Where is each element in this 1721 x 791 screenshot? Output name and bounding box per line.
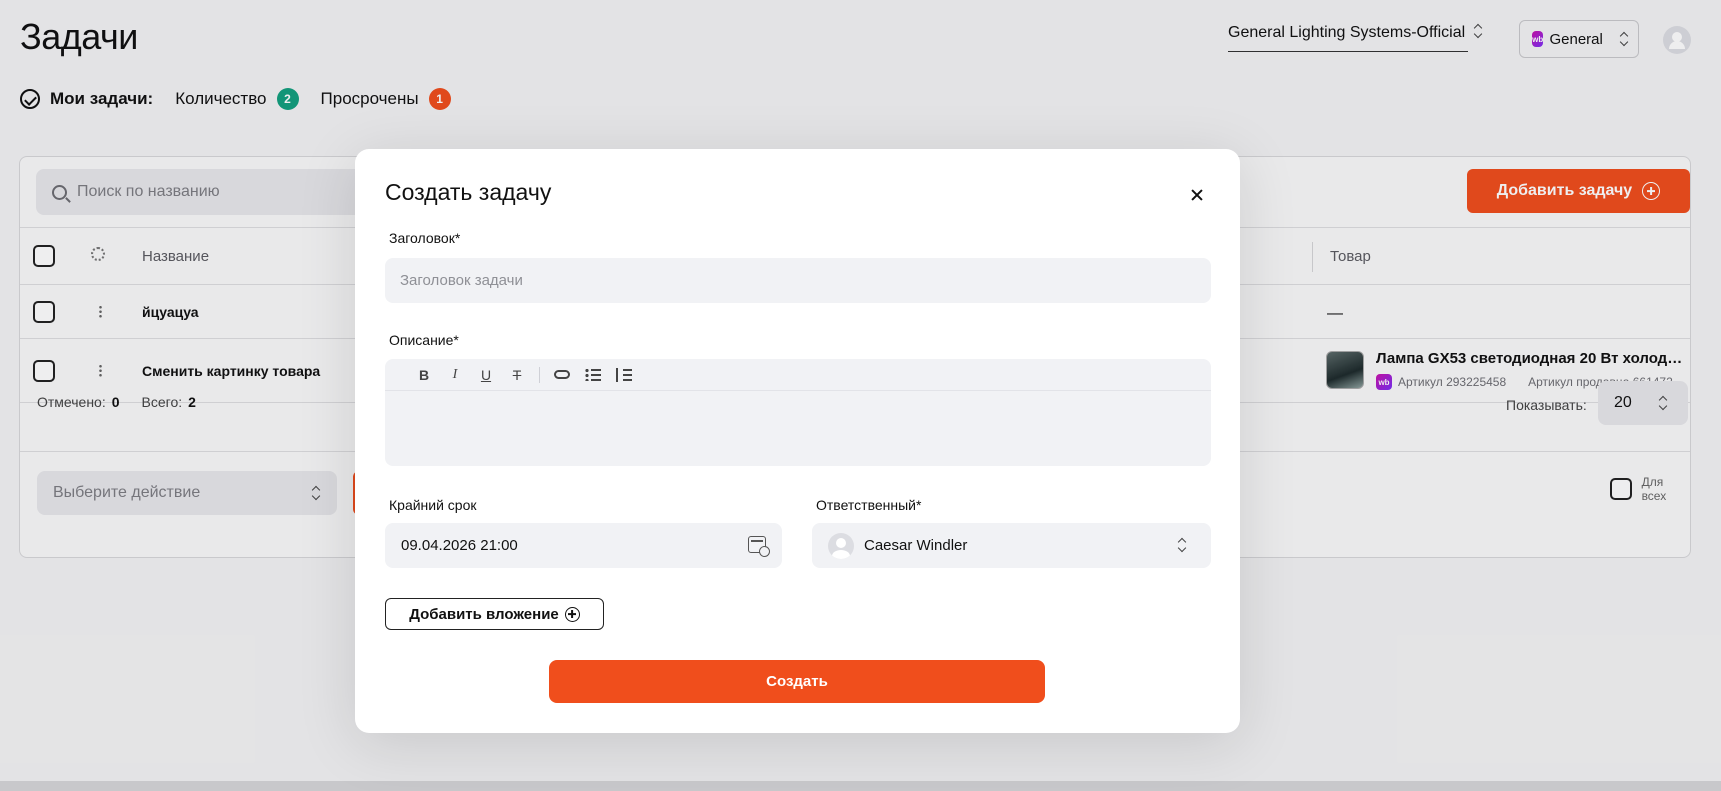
page-bottom-strip bbox=[0, 781, 1721, 791]
calendar-clock-icon[interactable] bbox=[748, 536, 770, 557]
numbered-list-icon bbox=[616, 367, 632, 382]
italic-button[interactable]: I bbox=[446, 366, 464, 384]
deadline-value: 09.04.2026 21:00 bbox=[401, 537, 518, 554]
plus-circle-icon bbox=[564, 606, 580, 622]
description-field-label: Описание* bbox=[389, 332, 459, 348]
link-icon bbox=[554, 370, 570, 379]
link-button[interactable] bbox=[553, 366, 571, 384]
underline-button[interactable]: U bbox=[477, 366, 495, 384]
add-attachment-button[interactable]: Добавить вложение bbox=[385, 598, 604, 630]
deadline-input[interactable]: 09.04.2026 21:00 bbox=[385, 523, 782, 568]
assignee-name: Caesar Windler bbox=[864, 537, 968, 554]
assignee-select[interactable]: Caesar Windler bbox=[812, 523, 1211, 568]
title-field-label: Заголовок* bbox=[389, 230, 461, 246]
assignee-field-label: Ответственный* bbox=[816, 497, 922, 513]
modal-title: Создать задачу bbox=[385, 179, 552, 205]
editor-toolbar: B I U T bbox=[385, 359, 1211, 391]
toolbar-divider bbox=[539, 366, 540, 383]
numbered-list-button[interactable] bbox=[615, 366, 633, 384]
task-title-input[interactable] bbox=[385, 258, 1211, 303]
close-icon[interactable] bbox=[1187, 185, 1207, 205]
deadline-field-label: Крайний срок bbox=[389, 497, 477, 513]
create-task-modal: Создать задачу Заголовок* Описание* B I … bbox=[355, 149, 1240, 733]
create-button[interactable]: Создать bbox=[549, 660, 1045, 703]
strikethrough-button[interactable]: T bbox=[508, 366, 526, 384]
bullet-list-icon bbox=[585, 368, 601, 381]
chevron-up-down-icon bbox=[1177, 538, 1187, 552]
bold-button[interactable]: B bbox=[415, 366, 433, 384]
description-editor[interactable]: B I U T bbox=[385, 359, 1211, 466]
avatar bbox=[828, 532, 854, 559]
bullet-list-button[interactable] bbox=[584, 366, 602, 384]
add-attachment-label: Добавить вложение bbox=[409, 605, 559, 623]
